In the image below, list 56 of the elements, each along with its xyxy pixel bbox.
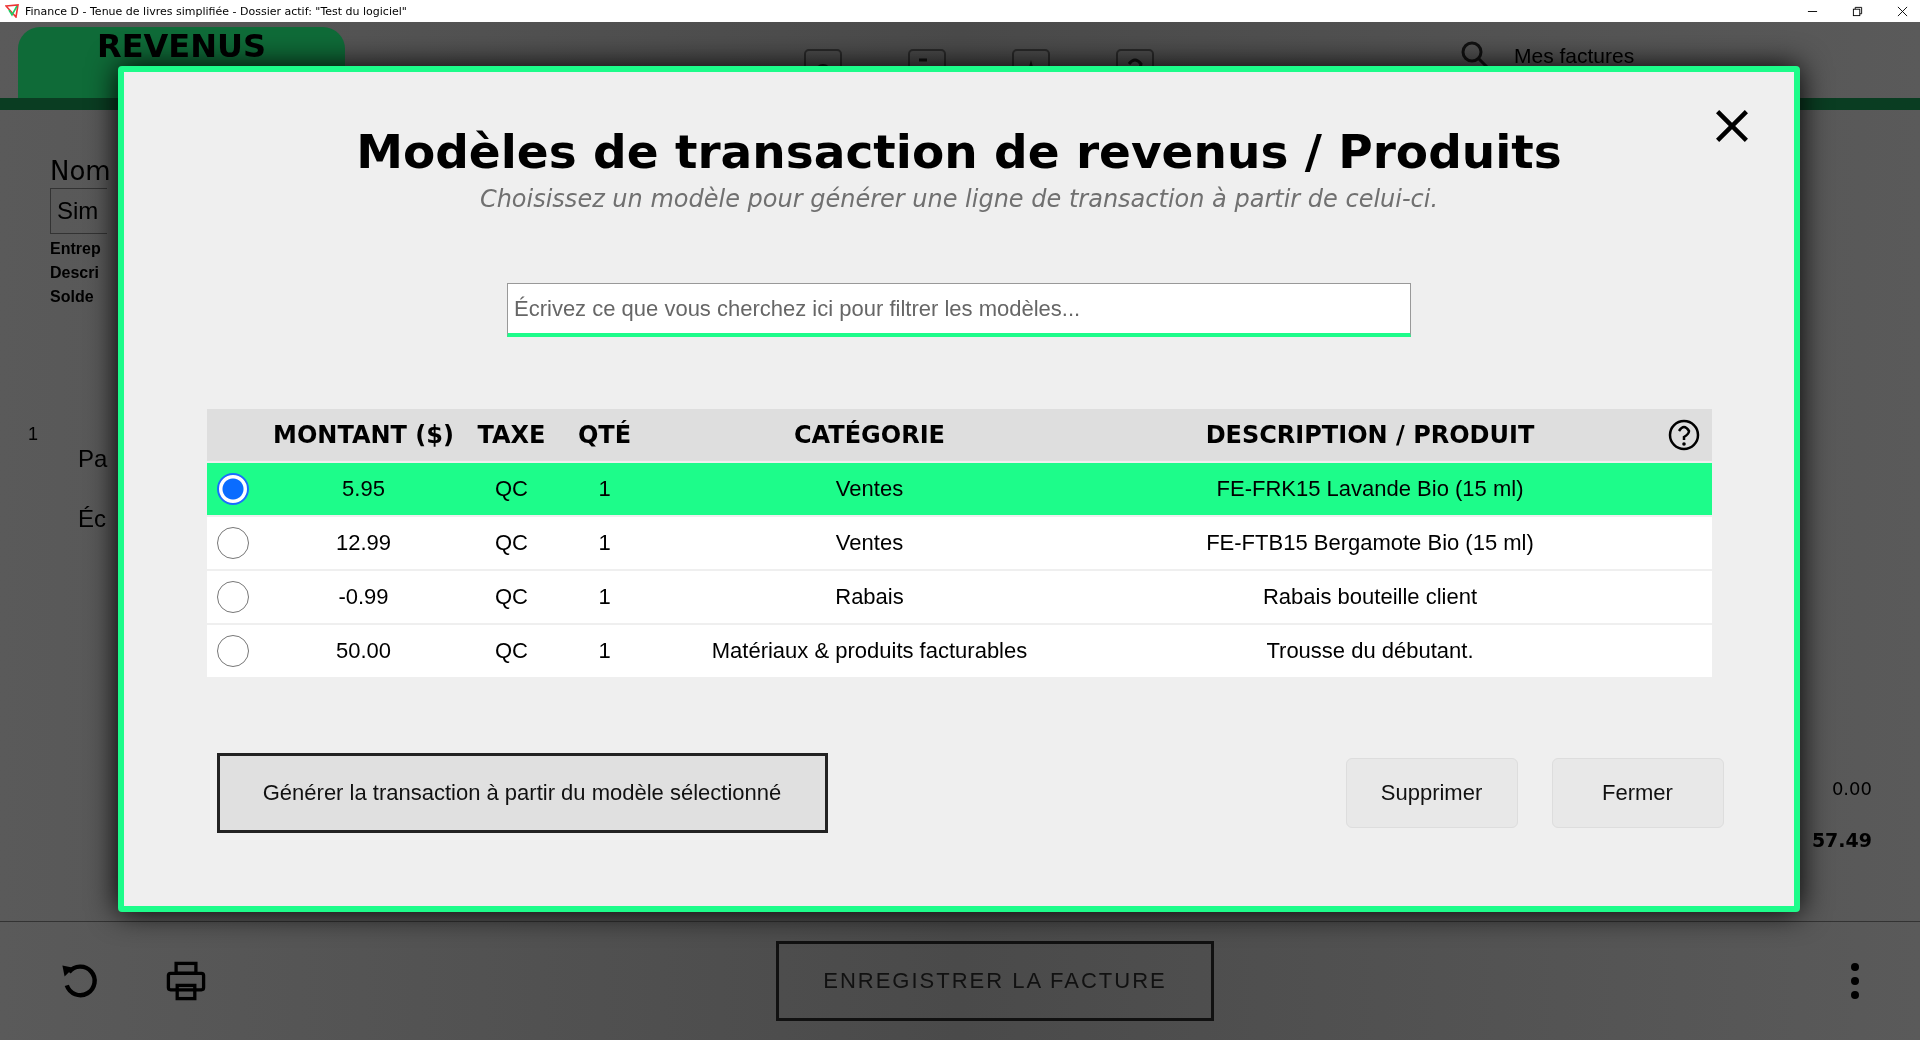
radio-button[interactable] xyxy=(216,527,249,559)
radio-button[interactable] xyxy=(216,473,249,505)
info-label: Entrep xyxy=(50,240,101,258)
column-header: DESCRIPTION / PRODUIT xyxy=(1204,421,1536,449)
table-cell-text: QC xyxy=(494,476,529,502)
radio-button[interactable] xyxy=(216,581,249,613)
window-title: Finance D - Tenue de livres simplifiée - Dossier actif: "Test du logiciel" xyxy=(25,4,407,18)
table-cell-text: QC xyxy=(494,530,529,556)
table-cell-text: 12.99 xyxy=(334,530,393,556)
table-cell-text: Ventes xyxy=(834,476,905,502)
printer-icon[interactable] xyxy=(164,959,208,1003)
close-button[interactable]: Fermer xyxy=(1551,758,1724,828)
field-label: Éc xyxy=(78,505,106,533)
filter-field[interactable]: Écrivez ce que vous cherchez ici pour filtrer les modèles... xyxy=(507,283,1411,337)
table-cell-text: 1 xyxy=(597,584,612,610)
total-value: 57.49 xyxy=(1811,829,1872,851)
table-cell-text: 1 xyxy=(597,638,612,664)
table-cell-text: FE-FTB15 Bergamote Bio (15 ml) xyxy=(1205,530,1535,556)
table-cell-text: -0.99 xyxy=(337,584,390,610)
dialog-title: Modèles de transaction de revenus / Produits xyxy=(356,124,1562,179)
table-cell-text: QC xyxy=(494,584,529,610)
table-cell-text: 50.00 xyxy=(334,638,393,664)
column-header: TAXE xyxy=(476,421,547,449)
more-options-icon[interactable] xyxy=(1850,961,1860,1001)
template-row[interactable]: 12.99 QC 1 Ventes FE-FTB15 Bergamote Bio (15 ml) xyxy=(206,517,1712,569)
dialog-subtitle: Choisissez un modèle pour générer une ligne de transaction à partir de celui-ci. xyxy=(479,185,1439,213)
table-cell-text: QC xyxy=(494,638,529,664)
delete-button[interactable]: Supprimer xyxy=(1345,758,1518,828)
table-cell-text: Matériaux & produits facturables xyxy=(710,638,1029,664)
generate-button[interactable]: Générer la transaction à partir du modèle sélectionné xyxy=(216,753,828,833)
column-header: QTÉ xyxy=(576,421,633,449)
table-cell-text: Rabais bouteille client xyxy=(1262,584,1478,610)
table-cell-text: 5.95 xyxy=(341,476,386,502)
help-icon[interactable] xyxy=(1667,419,1700,451)
info-label: Solde xyxy=(50,288,94,306)
total-value: 0.00 xyxy=(1831,778,1872,799)
app-logo-icon xyxy=(5,4,19,18)
line-number: 1 xyxy=(28,424,38,445)
column-header: CATÉGORIE xyxy=(793,421,946,449)
table-cell-text: Trousse du débutant. xyxy=(1265,638,1475,664)
template-row[interactable]: -0.99 QC 1 Rabais Rabais bouteille client xyxy=(206,571,1712,623)
close-icon[interactable] xyxy=(1897,5,1908,17)
restore-icon[interactable] xyxy=(1852,5,1863,17)
table-cell-text: Rabais xyxy=(834,584,905,610)
close-icon[interactable] xyxy=(1714,108,1750,144)
table-cell-text: Ventes xyxy=(834,530,905,556)
field-label: Pa xyxy=(78,445,108,473)
name-label: Nom xyxy=(50,156,111,186)
column-header: MONTANT ($) xyxy=(272,421,455,449)
info-label: Descri xyxy=(50,264,99,282)
table-cell-text: 1 xyxy=(597,530,612,556)
table-cell-text: 1 xyxy=(597,476,612,502)
radio-button[interactable] xyxy=(216,635,249,667)
template-row[interactable]: 5.95 QC 1 Ventes FE-FRK15 Lavande Bio (15 ml) xyxy=(206,463,1712,515)
template-row[interactable]: 50.00 QC 1 Matériaux & produits facturables Trousse du débutant. xyxy=(206,625,1712,677)
table-cell-text: FE-FRK15 Lavande Bio (15 ml) xyxy=(1215,476,1525,502)
